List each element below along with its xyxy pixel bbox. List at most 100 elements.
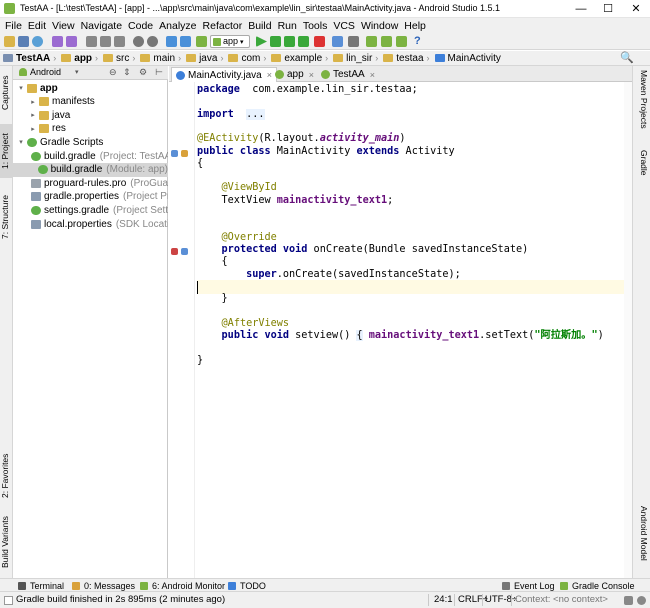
sync-gradle-icon[interactable] [332, 36, 343, 47]
run-config-select[interactable]: app ▾ [210, 35, 250, 48]
menu-window[interactable]: Window [358, 20, 401, 32]
menu-code[interactable]: Code [125, 20, 156, 32]
tree-item[interactable]: build.gradle (Module: app) [13, 162, 168, 177]
menu-analyze[interactable]: Analyze [156, 20, 199, 32]
close-button[interactable]: ✕ [622, 0, 650, 18]
expand-arrow-icon[interactable]: ▾ [17, 138, 25, 146]
breadcrumb-item[interactable]: testaa › [383, 53, 432, 64]
gear-icon[interactable]: ⚙ [139, 67, 147, 78]
tool-window-toggle-icon[interactable] [4, 596, 13, 605]
menu-file[interactable]: File [2, 20, 25, 32]
profile-icon[interactable] [298, 36, 309, 47]
menu-vcs[interactable]: VCS [330, 20, 358, 32]
collapse-all-icon[interactable]: ⊖ [109, 67, 117, 78]
maximize-button[interactable]: ☐ [594, 0, 622, 18]
tree-item[interactable]: ▾ Gradle Scripts [13, 135, 168, 149]
tree-item[interactable]: ▸ java [13, 108, 168, 122]
undo-icon[interactable] [52, 36, 63, 47]
expand-arrow-icon[interactable]: ▸ [29, 111, 37, 119]
search-everywhere-icon[interactable]: 🔍 [620, 51, 634, 65]
inspection-icon[interactable] [637, 596, 646, 605]
hide-panel-icon[interactable]: ⊢ [155, 67, 163, 78]
expand-arrow-icon[interactable]: ▸ [29, 125, 37, 133]
tree-item[interactable]: proguard-rules.pro(ProGuard [13, 176, 168, 190]
structure-tab[interactable]: 7: Structure [0, 186, 13, 248]
breadcrumb-item[interactable]: src › [103, 53, 138, 64]
copy-icon[interactable] [100, 36, 111, 47]
breadcrumb-item[interactable]: com › [228, 53, 269, 64]
find-icon[interactable] [133, 36, 144, 47]
save-icon[interactable] [18, 36, 29, 47]
attach-debugger-icon[interactable] [284, 36, 295, 47]
captures-tab[interactable]: Captures [0, 70, 13, 116]
line-separator[interactable]: CRLF÷ [458, 594, 488, 605]
breadcrumb-item[interactable]: example › [271, 53, 331, 64]
breadcrumb-item[interactable]: lin_sir › [333, 53, 381, 64]
cut-icon[interactable] [86, 36, 97, 47]
favorites-tab[interactable]: 2: Favorites [0, 448, 13, 504]
lock-icon[interactable] [624, 596, 633, 605]
project-view-selector[interactable]: Android ▾ [19, 67, 79, 77]
menu-tools[interactable]: Tools [300, 20, 331, 32]
tree-item[interactable]: ▸ manifests [13, 95, 168, 109]
code-area[interactable]: package com.example.lin_sir.testaa; impor… [197, 82, 632, 578]
breadcrumb-item[interactable]: MainActivity [434, 53, 501, 64]
paste-icon[interactable] [114, 36, 125, 47]
editor-tab[interactable]: MainActivity.java × [171, 67, 277, 82]
menu-help[interactable]: Help [401, 20, 429, 32]
menu-view[interactable]: View [49, 20, 78, 32]
breadcrumb-item[interactable]: app › [61, 53, 101, 64]
android-model-tab[interactable]: Android Model [636, 506, 649, 574]
breadcrumb-item[interactable]: java › [186, 53, 226, 64]
menu-edit[interactable]: Edit [25, 20, 49, 32]
make-project-icon[interactable] [196, 36, 207, 47]
android-device-monitor-icon[interactable] [396, 36, 407, 47]
sync-icon[interactable] [32, 36, 43, 47]
gradle-tab[interactable]: Gradle [636, 150, 649, 186]
expand-arrow-icon[interactable]: ▸ [29, 98, 37, 106]
tree-item[interactable]: gradle.properties(Project Prop [13, 190, 168, 204]
breadcrumb-item[interactable]: main › [140, 53, 184, 64]
replace-icon[interactable] [147, 36, 158, 47]
build-variants-tab[interactable]: Build Variants [0, 510, 13, 574]
close-tab-icon[interactable]: × [309, 70, 314, 80]
scroll-from-source-icon[interactable]: ⇕ [123, 67, 131, 78]
project-tab[interactable]: 1: Project [0, 124, 13, 178]
code-editor[interactable]: package com.example.lin_sir.testaa; impor… [169, 82, 632, 578]
menu-navigate[interactable]: Navigate [78, 20, 125, 32]
close-tab-icon[interactable]: × [370, 70, 375, 80]
tree-item[interactable]: local.properties(SDK Location [13, 217, 168, 231]
menu-run[interactable]: Run [275, 20, 300, 32]
run-icon[interactable] [256, 36, 267, 47]
menu-refactor[interactable]: Refactor [200, 20, 246, 32]
redo-icon[interactable] [66, 36, 77, 47]
help-icon[interactable]: ? [414, 35, 421, 47]
tree-item[interactable]: settings.gradle(Project Settin [13, 203, 168, 217]
project-structure-icon[interactable] [348, 36, 359, 47]
status-divider [454, 594, 455, 606]
tree-item[interactable]: ▸ res [13, 122, 168, 136]
breadcrumb-item[interactable]: TestAA › [3, 53, 59, 64]
file-encoding[interactable]: UTF-8÷ [485, 594, 517, 605]
context-indicator[interactable]: Context: <no context> [515, 594, 608, 605]
tree-item[interactable]: build.gradle (Project: TestAA) [13, 149, 168, 163]
code-line[interactable]: } [197, 354, 632, 368]
expand-arrow-icon[interactable]: ▾ [17, 84, 25, 92]
editor-tab[interactable]: app × [271, 67, 318, 82]
vertical-scrollbar[interactable] [624, 82, 632, 578]
caret-position[interactable]: 24:1 [434, 594, 453, 605]
avd-manager-icon[interactable] [366, 36, 377, 47]
stop-icon[interactable] [314, 36, 325, 47]
minimize-button[interactable]: — [567, 0, 595, 18]
editor-tab[interactable]: TestAA × [317, 67, 379, 82]
tree-item[interactable]: ▾ app [13, 81, 168, 95]
sdk-manager-icon[interactable] [381, 36, 392, 47]
override-marker-icon[interactable] [171, 248, 178, 255]
forward-icon[interactable] [180, 36, 191, 47]
menu-build[interactable]: Build [245, 20, 274, 32]
gutter-class-icon [181, 150, 188, 157]
debug-icon[interactable] [270, 36, 281, 47]
back-icon[interactable] [166, 36, 177, 47]
maven-projects-tab[interactable]: Maven Projects [636, 70, 649, 142]
open-folder-icon[interactable] [4, 36, 15, 47]
